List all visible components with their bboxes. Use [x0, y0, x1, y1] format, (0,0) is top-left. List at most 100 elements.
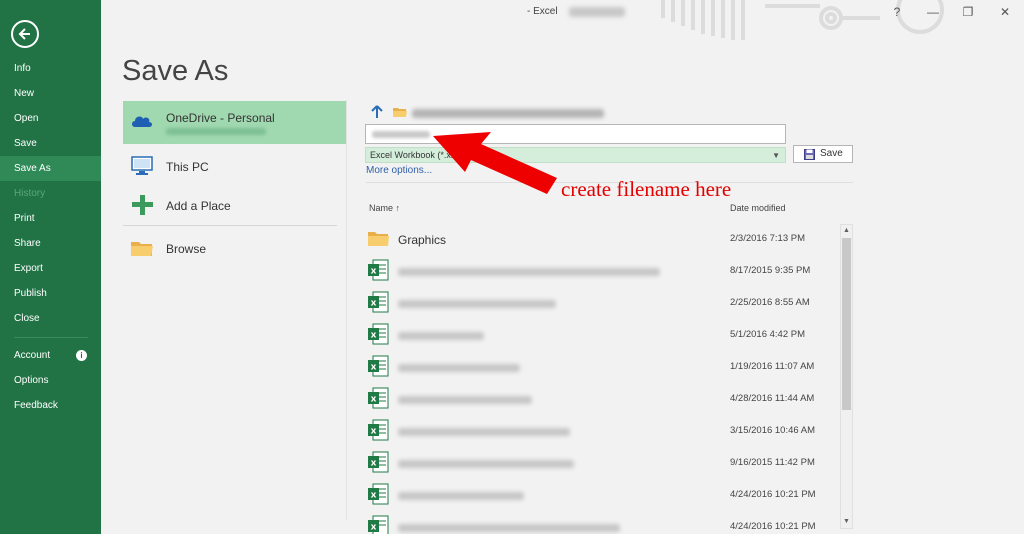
panel-divider [346, 100, 347, 520]
file-row[interactable]: x 4/28/2016 11:44 AM [365, 383, 837, 415]
file-date: 1/19/2016 11:07 AM [730, 361, 815, 372]
svg-text:x: x [371, 363, 377, 373]
location-browse[interactable]: Browse [123, 228, 346, 268]
nav-item-info[interactable]: Info [0, 56, 101, 81]
nav-item-open[interactable]: Open [0, 106, 101, 131]
nav-item-save[interactable]: Save [0, 131, 101, 156]
excel-file-icon: x [368, 483, 389, 505]
excel-file-icon: x [368, 387, 389, 409]
file-list-scrollbar[interactable]: ▲ ▼ [840, 224, 853, 529]
redacted-filename-value [372, 131, 430, 138]
svg-text:x: x [371, 523, 377, 533]
column-header-date[interactable]: Date modified [730, 203, 786, 213]
location-onedrive[interactable]: OneDrive - Personal [123, 101, 346, 144]
dropdown-caret-icon: ▼ [772, 151, 780, 160]
file-row[interactable]: x 9/16/2015 11:42 PM [365, 447, 837, 479]
redacted-file-name [398, 300, 556, 308]
file-row[interactable]: x 1/19/2016 11:07 AM [365, 351, 837, 383]
excel-file-icon: x [368, 259, 389, 281]
folder-icon [368, 232, 389, 246]
page-title: Save As [122, 55, 229, 87]
file-date: 4/24/2016 10:21 PM [730, 521, 816, 532]
nav-item-options[interactable]: Options [0, 368, 101, 393]
nav-item-save-as[interactable]: Save As [0, 156, 101, 181]
file-row[interactable]: x 5/1/2016 4:42 PM [365, 319, 837, 351]
redacted-file-name [398, 492, 524, 500]
svg-text:x: x [371, 331, 377, 341]
backstage-nav: Info New Open Save Save As History Print… [0, 0, 101, 534]
nav-item-close[interactable]: Close [0, 306, 101, 331]
file-row[interactable]: x 3/15/2016 10:46 AM [365, 415, 837, 447]
nav-item-share[interactable]: Share [0, 231, 101, 256]
nav-item-new[interactable]: New [0, 81, 101, 106]
nav-item-publish[interactable]: Publish [0, 281, 101, 306]
excel-file-icon: x [368, 515, 389, 534]
restore-button[interactable]: ❐ [961, 5, 975, 19]
location-label: Browse [166, 242, 207, 256]
redacted-file-name [398, 428, 570, 436]
minimize-button[interactable]: — [926, 5, 940, 19]
nav-item-history: History [14, 188, 46, 199]
location-divider [123, 225, 337, 226]
nav-item-account[interactable]: Account i [0, 343, 101, 368]
redacted-filename [569, 7, 625, 17]
location-label: This PC [166, 160, 209, 174]
help-button[interactable]: ? [890, 5, 904, 19]
floppy-disk-icon [804, 149, 815, 160]
excel-file-icon: x [368, 291, 389, 313]
save-button[interactable]: Save [793, 145, 853, 163]
scroll-thumb[interactable] [842, 238, 851, 410]
redacted-file-name [398, 364, 520, 372]
back-button[interactable] [11, 20, 39, 48]
annotation-text: create filename here [561, 177, 732, 201]
file-date: 4/24/2016 10:21 PM [730, 489, 816, 500]
file-date: 5/1/2016 4:42 PM [730, 329, 805, 340]
scroll-down-icon[interactable]: ▼ [841, 516, 852, 528]
file-row[interactable]: x 8/17/2015 9:35 PM [365, 255, 837, 287]
redacted-file-name [398, 524, 620, 532]
back-arrow-icon [18, 28, 30, 40]
folder-icon [131, 242, 153, 256]
nav-item-feedback[interactable]: Feedback [0, 393, 101, 418]
file-row[interactable]: x 2/25/2016 8:55 AM [365, 287, 837, 319]
location-add-place[interactable]: Add a Place [123, 185, 346, 225]
redacted-file-name [398, 396, 532, 404]
cloud-icon [132, 116, 152, 127]
up-arrow-icon[interactable] [369, 104, 385, 120]
column-header-name[interactable]: Name ↑ [369, 203, 400, 213]
location-this-pc[interactable]: This PC [123, 146, 346, 186]
file-date: 8/17/2015 9:35 PM [730, 265, 811, 276]
title-bar: - Excel ? — ❐ ✕ [101, 0, 1024, 40]
nav-item-print[interactable]: Print [0, 206, 101, 231]
window-title: - Excel [527, 6, 558, 17]
excel-file-icon: x [368, 355, 389, 377]
scroll-up-icon[interactable]: ▲ [841, 225, 852, 237]
file-date: 4/28/2016 11:44 AM [730, 393, 815, 404]
more-options-link[interactable]: More options... [366, 165, 432, 176]
svg-text:x: x [371, 427, 377, 437]
redacted-file-name [398, 268, 660, 276]
file-row[interactable]: Graphics 2/3/2016 7:13 PM [365, 223, 837, 255]
file-row[interactable]: x 4/24/2016 10:21 PM [365, 511, 837, 534]
nav-divider [14, 337, 88, 338]
plus-icon [132, 195, 153, 215]
redacted-account-email [166, 128, 266, 135]
file-name: Graphics [398, 233, 447, 247]
computer-icon [131, 156, 153, 175]
location-label: Add a Place [166, 199, 231, 213]
nav-item-export[interactable]: Export [0, 256, 101, 281]
svg-text:x: x [371, 395, 377, 405]
svg-text:x: x [371, 299, 377, 309]
excel-file-icon: x [368, 323, 389, 345]
close-window-button[interactable]: ✕ [998, 5, 1012, 19]
save-button-label: Save [820, 148, 843, 159]
redacted-folder-path [412, 109, 604, 118]
svg-text:x: x [371, 267, 377, 277]
location-label: OneDrive - Personal [166, 111, 275, 125]
path-folder-icon [393, 108, 407, 117]
excel-file-icon: x [368, 419, 389, 441]
file-date: 3/15/2016 10:46 AM [730, 425, 816, 436]
file-row[interactable]: x 4/24/2016 10:21 PM [365, 479, 837, 511]
svg-text:x: x [371, 491, 377, 501]
redacted-file-name [398, 460, 574, 468]
